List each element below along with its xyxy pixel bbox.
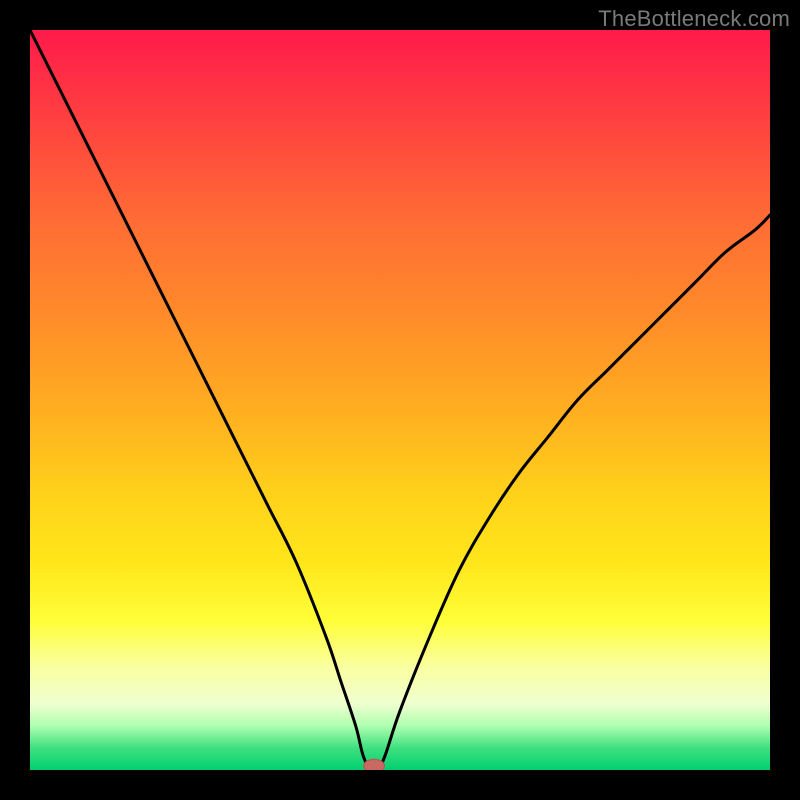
chart-svg	[30, 30, 770, 770]
bottleneck-curve	[30, 30, 770, 770]
plot-area	[30, 30, 770, 770]
minimum-marker	[364, 759, 385, 770]
watermark-text: TheBottleneck.com	[598, 6, 790, 32]
chart-frame: TheBottleneck.com	[0, 0, 800, 800]
